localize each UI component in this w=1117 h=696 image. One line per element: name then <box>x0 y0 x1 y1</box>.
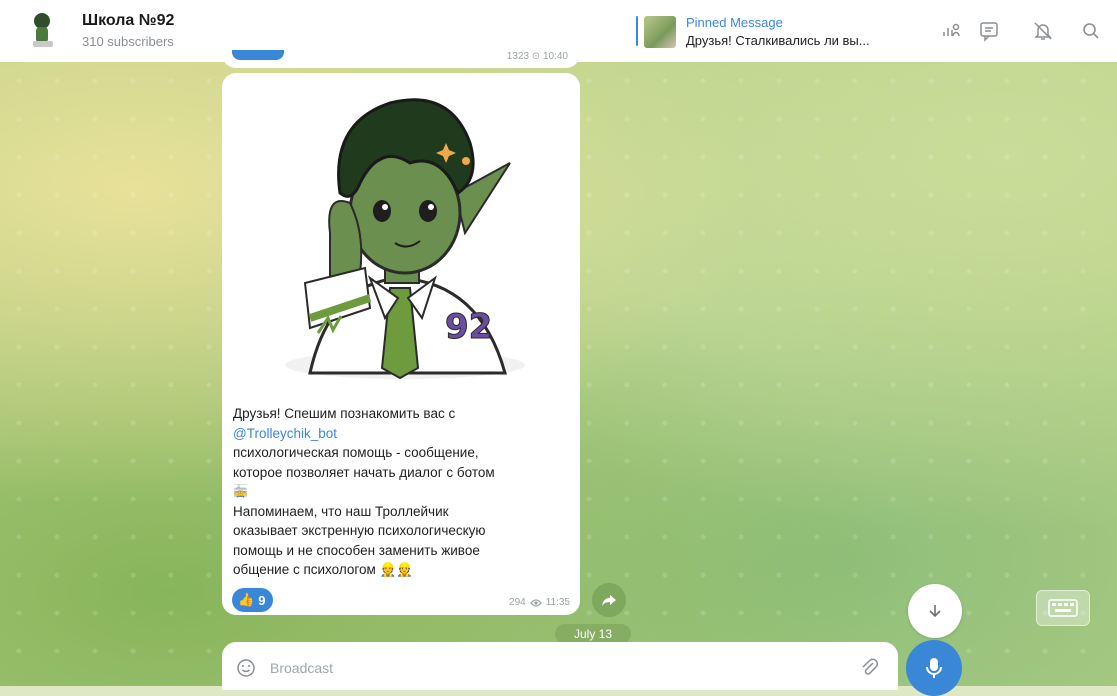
message-time: 11:35 <box>545 597 570 608</box>
reaction-count: 9 <box>258 592 266 608</box>
search-icon[interactable] <box>1080 20 1102 42</box>
microphone-icon <box>926 658 942 678</box>
message-line: которое позволяет начать диалог с ботом <box>233 464 495 480</box>
mute-icon[interactable] <box>1032 20 1054 42</box>
pinned-thumbnail <box>644 16 676 48</box>
keyboard-icon <box>1048 599 1078 617</box>
forward-button[interactable] <box>592 583 626 617</box>
record-voice-button[interactable] <box>906 640 962 696</box>
message-line: оказывает экстренную психологическую <box>233 523 486 538</box>
message-composer <box>222 642 898 690</box>
svg-text:92: 92 <box>445 307 492 347</box>
message-line: Друзья! Спешим познакомить вас с <box>233 406 456 421</box>
voice-chat-icon[interactable] <box>940 20 962 42</box>
pinned-indicator <box>636 16 638 46</box>
channel-title[interactable]: Школа №92 <box>82 12 174 30</box>
previous-reaction[interactable] <box>232 50 284 60</box>
pinned-text: Друзья! Сталкивались ли вы... <box>686 33 870 48</box>
trolleybus-emoji: 🚋 <box>233 484 248 498</box>
bot-keyboard-button[interactable] <box>1036 590 1090 626</box>
channel-subscribers: 310 subscribers <box>82 34 174 49</box>
pinned-label: Pinned Message <box>686 15 783 30</box>
comments-icon[interactable] <box>978 20 1000 42</box>
thumbs-up-icon: 👍 <box>238 592 255 608</box>
previous-message[interactable]: 1323 ⊙ 10:40 <box>222 50 580 68</box>
message-text: Друзья! Спешим познакомить вас с @Trolle… <box>233 404 575 580</box>
sticker-image: 92 <box>285 98 525 380</box>
arrow-down-icon <box>929 605 941 618</box>
reaction-like-button[interactable]: 👍 9 <box>232 588 274 612</box>
eye-icon <box>529 598 542 607</box>
channel-avatar[interactable] <box>20 7 64 51</box>
broadcast-input[interactable] <box>268 654 832 682</box>
views-count: 294 <box>509 597 526 608</box>
scroll-down-button[interactable] <box>908 584 962 638</box>
message-line: помощь и не способен заменить живое <box>233 542 480 558</box>
emoji-icon[interactable] <box>236 658 256 678</box>
message-meta: 294 11:35 <box>509 597 570 608</box>
forward-icon <box>602 595 616 606</box>
pinned-message[interactable]: Pinned Message Друзья! Сталкивались ли в… <box>636 12 916 52</box>
bot-mention-link[interactable]: @Trolleychik_bot <box>233 424 575 444</box>
previous-message-meta: 1323 ⊙ 10:40 <box>506 51 568 62</box>
message-line: общение с психологом 👷👷 <box>233 562 414 577</box>
message-line: Напоминаем, что наш Троллейчик <box>233 503 449 519</box>
date-separator: July 13 <box>555 624 631 644</box>
message-line: психологическая помощь - сообщение, <box>233 445 479 460</box>
attach-icon[interactable] <box>858 656 880 678</box>
message-bubble[interactable]: 92 Друзья! Спешим познакомить вас с @Tro… <box>222 73 580 615</box>
